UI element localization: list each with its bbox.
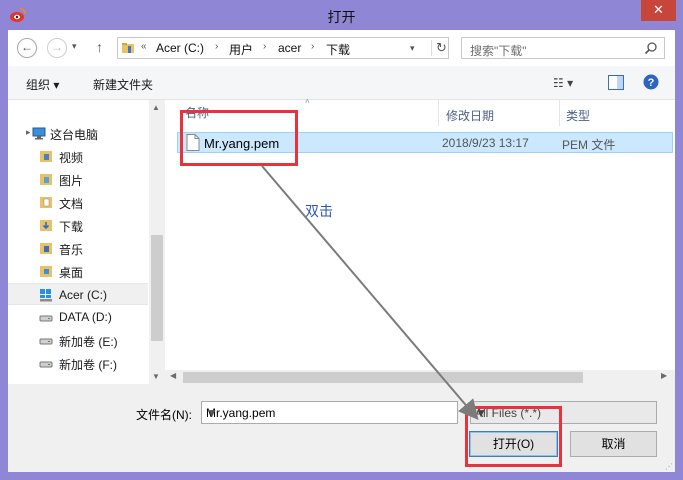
- file-list-hscrollbar[interactable]: ◀ ▶: [165, 370, 675, 385]
- pictures-folder-icon: [40, 174, 52, 185]
- refresh-icon[interactable]: ↻: [431, 40, 447, 56]
- nav-item-drive-e[interactable]: 新加卷 (E:): [8, 329, 148, 351]
- nav-item-label: 文档: [59, 197, 84, 211]
- desktop-folder-icon: [40, 266, 52, 277]
- nav-item-label: 音乐: [59, 243, 84, 257]
- dialog-client: ← → ▾ ↑ « Acer (C:) › 用户 › acer › 下载 ▾ ↻…: [8, 30, 675, 472]
- svg-text:?: ?: [648, 77, 655, 89]
- title-bar: 打开 ✕: [0, 0, 683, 30]
- window-title: 打开: [327, 9, 356, 25]
- nav-item-pictures[interactable]: 图片: [8, 168, 148, 190]
- back-button[interactable]: ←: [17, 38, 37, 58]
- resize-grip-icon[interactable]: ⋰: [665, 462, 673, 471]
- search-icon[interactable]: [644, 41, 658, 55]
- nav-item-music[interactable]: 音乐: [8, 237, 148, 259]
- nav-item-drive-d[interactable]: DATA (D:): [8, 306, 148, 328]
- recent-locations-icon[interactable]: ▾: [72, 41, 77, 52]
- toolbar: 组织 ▾ 新建文件夹 ☷ ▾ ?: [8, 66, 675, 100]
- expand-arrow-icon[interactable]: ▸: [26, 127, 31, 138]
- address-row: ← → ▾ ↑ « Acer (C:) › 用户 › acer › 下载 ▾ ↻…: [8, 30, 675, 66]
- navigation-pane: ▸ 这台电脑 视频 图片 文档 下载 音乐 桌面 Acer (C:) DATA …: [8, 100, 149, 384]
- forward-button[interactable]: →: [47, 38, 67, 58]
- column-divider[interactable]: [438, 100, 439, 126]
- scroll-thumb[interactable]: [183, 372, 583, 383]
- crumb-users[interactable]: 用户: [229, 41, 253, 58]
- drive-icon: [39, 361, 53, 368]
- column-divider[interactable]: [559, 100, 560, 126]
- address-bar[interactable]: « Acer (C:) › 用户 › acer › 下载 ▾ ↻: [117, 37, 449, 59]
- scroll-thumb[interactable]: [151, 235, 163, 341]
- documents-folder-icon: [40, 197, 52, 208]
- computer-icon: [32, 127, 46, 140]
- crumb-separator[interactable]: ›: [263, 41, 266, 52]
- nav-item-drive-c[interactable]: Acer (C:): [8, 283, 148, 305]
- sort-arrow-icon: ˄: [305, 97, 310, 106]
- drive-icon: [39, 338, 53, 345]
- filename-input[interactable]: Mr.yang.pem ▼: [201, 401, 458, 424]
- folder-icon: [122, 43, 134, 53]
- cancel-button[interactable]: 取消: [570, 431, 657, 457]
- search-input[interactable]: 搜索"下载": [461, 37, 665, 59]
- drive-icon: [39, 315, 53, 322]
- organize-button[interactable]: 组织 ▾: [26, 76, 59, 93]
- search-placeholder: 搜索"下载": [470, 44, 527, 58]
- crumb-drive[interactable]: Acer (C:): [156, 41, 204, 55]
- nav-item-desktop[interactable]: 桌面: [8, 260, 148, 282]
- nav-item-label: 图片: [59, 174, 84, 188]
- nav-item-label: Acer (C:): [59, 288, 107, 302]
- new-folder-button[interactable]: 新建文件夹: [93, 76, 153, 93]
- nav-item-label: 桌面: [59, 266, 84, 280]
- nav-item-label: DATA (D:): [59, 310, 112, 324]
- chevron-down-icon[interactable]: ▾: [410, 43, 415, 54]
- column-type[interactable]: 类型: [566, 107, 590, 133]
- downloads-folder-icon: [40, 220, 52, 231]
- nav-item-this-pc[interactable]: ▸ 这台电脑: [8, 122, 148, 144]
- highlight-box-file: [180, 110, 298, 166]
- column-modified[interactable]: 修改日期: [446, 107, 494, 133]
- scroll-right-icon[interactable]: ▶: [661, 371, 667, 380]
- nav-item-drive-f[interactable]: 新加卷 (F:): [8, 352, 148, 374]
- scroll-up-icon[interactable]: ▲: [152, 103, 160, 112]
- chevron-down-icon[interactable]: ▼: [206, 406, 455, 420]
- scroll-down-icon[interactable]: ▼: [152, 372, 160, 381]
- crumb-downloads[interactable]: 下载: [326, 41, 350, 58]
- nav-item-label: 视频: [59, 151, 84, 165]
- scroll-left-icon[interactable]: ◀: [170, 371, 176, 380]
- windows-drive-icon: [40, 289, 52, 302]
- preview-pane-icon[interactable]: [608, 75, 624, 90]
- highlight-box-open: [465, 406, 562, 467]
- up-button[interactable]: ↑: [96, 39, 103, 55]
- nav-pane-scrollbar[interactable]: ▲ ▼: [149, 100, 165, 384]
- nav-item-label: 新加卷 (F:): [59, 358, 117, 372]
- overflow-chevron[interactable]: «: [141, 41, 147, 52]
- close-button[interactable]: ✕: [641, 0, 676, 21]
- crumb-separator[interactable]: ›: [311, 41, 314, 52]
- double-click-note: 双击: [305, 203, 333, 219]
- nav-item-videos[interactable]: 视频: [8, 145, 148, 167]
- video-folder-icon: [40, 151, 52, 162]
- nav-item-label: 下载: [59, 220, 84, 234]
- nav-item-downloads[interactable]: 下载: [8, 214, 148, 236]
- nav-item-documents[interactable]: 文档: [8, 191, 148, 213]
- nav-item-label: 新加卷 (E:): [59, 335, 118, 349]
- crumb-user[interactable]: acer: [278, 41, 301, 55]
- crumb-separator[interactable]: ›: [215, 41, 218, 52]
- file-type: PEM 文件: [562, 138, 616, 152]
- music-folder-icon: [40, 243, 52, 254]
- nav-item-label: 这台电脑: [50, 128, 99, 142]
- file-modified: 2018/9/23 13:17: [442, 136, 529, 150]
- view-options-button[interactable]: ☷ ▾: [553, 76, 573, 90]
- filename-label: 文件名(N):: [136, 408, 192, 422]
- help-icon[interactable]: ?: [643, 74, 659, 90]
- bottom-panel: 文件名(N): Mr.yang.pem ▼ All Files (*.*) ▼ …: [8, 384, 675, 472]
